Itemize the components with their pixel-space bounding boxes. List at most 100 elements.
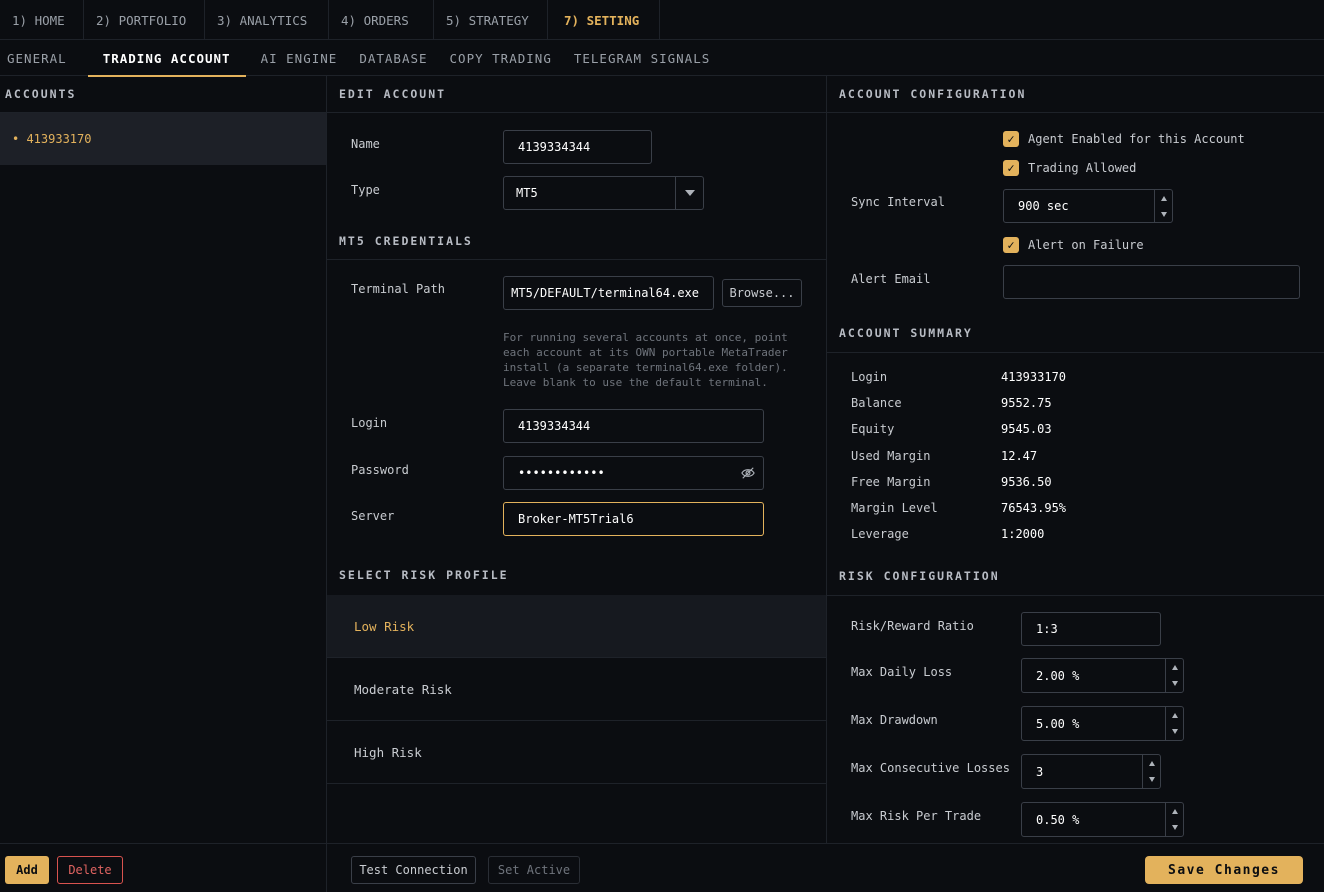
max-drawdown-label: Max Drawdown (851, 713, 938, 727)
summary-used-margin-value: 12.47 (1001, 449, 1038, 463)
credentials-header: MT5 CREDENTIALS (327, 222, 826, 260)
risk-profile-low[interactable]: Low Risk (327, 595, 826, 658)
arrow-down-icon (1171, 681, 1178, 687)
risk-profile-title: SELECT RISK PROFILE (339, 568, 509, 582)
add-account-button[interactable]: Add (5, 856, 49, 884)
summary-used-margin-label: Used Margin (851, 449, 931, 463)
footer-divider (326, 844, 327, 892)
name-input[interactable]: 4139334344 (503, 130, 652, 164)
spinner[interactable] (1154, 190, 1172, 222)
summary-leverage-label: Leverage (851, 527, 909, 541)
server-input[interactable]: Broker-MT5Trial6 (503, 502, 764, 536)
terminal-path-input[interactable]: MT5/DEFAULT/terminal64.exe (503, 276, 714, 310)
name-label: Name (351, 137, 380, 151)
subtab-database[interactable]: DATABASE (352, 40, 434, 76)
tab-label: 7) SETTING (564, 12, 640, 28)
subtab-copy-trading[interactable]: COPY TRADING (443, 40, 559, 76)
spinner[interactable] (1165, 659, 1183, 692)
subtab-general[interactable]: GENERAL (0, 40, 74, 76)
spinner[interactable] (1165, 707, 1183, 740)
alert-email-input[interactable] (1003, 265, 1300, 299)
risk-config-title: RISK CONFIGURATION (839, 569, 1000, 583)
type-select[interactable]: MT5 (503, 176, 704, 210)
max-risk-per-trade-input[interactable]: 0.50 % (1021, 802, 1184, 837)
summary-margin-level-label: Margin Level (851, 501, 938, 515)
risk-profile-moderate[interactable]: Moderate Risk (327, 658, 826, 721)
tab-strategy[interactable]: 5) STRATEGY (434, 0, 548, 40)
tab-label: 2) PORTFOLIO (96, 12, 187, 28)
tab-home[interactable]: 1) HOME (0, 0, 84, 40)
accounts-panel: ACCOUNTS • 413933170 (0, 76, 327, 843)
tab-label: 5) STRATEGY (446, 12, 529, 28)
server-value: Broker-MT5Trial6 (518, 512, 634, 526)
settings-subnav: GENERAL TRADING ACCOUNT AI ENGINE DATABA… (0, 40, 1324, 77)
credentials-title: MT5 CREDENTIALS (339, 233, 473, 248)
subtab-ai-engine[interactable]: AI ENGINE (254, 40, 345, 76)
tab-portfolio[interactable]: 2) PORTFOLIO (84, 0, 205, 40)
arrow-up-icon (1160, 195, 1167, 201)
account-config-panel: ACCOUNT CONFIGURATION ✓ Agent Enabled fo… (827, 76, 1324, 843)
agent-enabled-label: Agent Enabled for this Account (1028, 132, 1245, 146)
arrow-down-icon (1160, 211, 1167, 217)
risk-profile-high[interactable]: High Risk (327, 721, 826, 784)
set-active-button[interactable]: Set Active (488, 856, 580, 884)
eye-slash-icon[interactable] (741, 466, 755, 480)
trading-allowed-label: Trading Allowed (1028, 161, 1137, 175)
max-risk-per-trade-label: Max Risk Per Trade (851, 809, 982, 823)
main-nav: 1) HOME 2) PORTFOLIO 3) ANALYTICS 4) ORD… (0, 0, 1324, 40)
trading-allowed-checkbox[interactable]: ✓ (1003, 160, 1019, 176)
spinner[interactable] (1142, 755, 1160, 788)
delete-account-button[interactable]: Delete (57, 856, 123, 884)
subtab-trading-account[interactable]: TRADING ACCOUNT (87, 40, 246, 77)
type-label: Type (351, 183, 380, 197)
server-label: Server (351, 509, 395, 523)
max-drawdown-input[interactable]: 5.00 % (1021, 706, 1184, 741)
risk-config-header: RISK CONFIGURATION (827, 557, 1324, 596)
alert-failure-checkbox[interactable]: ✓ (1003, 237, 1019, 253)
arrow-up-icon (1171, 712, 1178, 718)
arrow-down-icon (1171, 729, 1178, 735)
chevron-down-icon (675, 177, 703, 209)
summary-free-margin-value: 9536.50 (1001, 475, 1052, 489)
subtab-telegram-signals[interactable]: TELEGRAM SIGNALS (567, 40, 717, 76)
checkmark-icon: ✓ (1007, 132, 1015, 146)
footer-bar: Add Delete Test Connection Set Active Sa… (0, 843, 1324, 892)
max-consecutive-losses-input[interactable]: 3 (1021, 754, 1161, 789)
accounts-title: ACCOUNTS (5, 87, 77, 101)
sync-interval-input[interactable]: 900 sec (1003, 189, 1173, 223)
account-config-title: ACCOUNT CONFIGURATION (839, 87, 1027, 101)
tab-analytics[interactable]: 3) ANALYTICS (205, 0, 329, 40)
login-label: Login (351, 416, 388, 430)
help-line: Leave blank to use the default terminal. (503, 376, 768, 389)
browse-button[interactable]: Browse... (722, 279, 802, 307)
tab-setting[interactable]: 7) SETTING (548, 0, 660, 40)
arrow-down-icon (1171, 825, 1178, 831)
max-daily-loss-input[interactable]: 2.00 % (1021, 658, 1184, 693)
name-value: 4139334344 (518, 140, 591, 154)
summary-login-value: 413933170 (1001, 370, 1067, 384)
tab-label: 3) ANALYTICS (217, 12, 308, 28)
max-drawdown-value: 5.00 % (1036, 716, 1080, 731)
agent-enabled-checkbox[interactable]: ✓ (1003, 131, 1019, 147)
password-value: •••••••••••• (518, 466, 605, 480)
help-line: install (a separate terminal64.exe folde… (503, 361, 788, 374)
arrow-up-icon (1171, 664, 1178, 670)
login-input[interactable]: 4139334344 (503, 409, 764, 443)
rr-ratio-label: Risk/Reward Ratio (851, 619, 974, 633)
account-list-item[interactable]: • 413933170 (0, 113, 326, 165)
max-consecutive-losses-label: Max Consecutive Losses (851, 761, 1010, 775)
password-label: Password (351, 463, 409, 477)
spinner[interactable] (1165, 803, 1183, 836)
checkmark-icon: ✓ (1007, 161, 1015, 175)
rr-ratio-input[interactable]: 1:3 (1021, 612, 1161, 646)
arrow-up-icon (1148, 760, 1155, 766)
max-risk-per-trade-value: 0.50 % (1036, 812, 1080, 827)
edit-account-title: EDIT ACCOUNT (339, 87, 447, 101)
test-connection-button[interactable]: Test Connection (351, 856, 476, 884)
tab-orders[interactable]: 4) ORDERS (329, 0, 434, 40)
edit-account-panel: EDIT ACCOUNT Name 4139334344 Type MT5 MT… (327, 76, 827, 843)
save-changes-button[interactable]: Save Changes (1145, 856, 1303, 884)
arrow-up-icon (1171, 808, 1178, 814)
terminal-path-value: MT5/DEFAULT/terminal64.exe (511, 286, 699, 300)
password-input[interactable]: •••••••••••• (503, 456, 764, 490)
